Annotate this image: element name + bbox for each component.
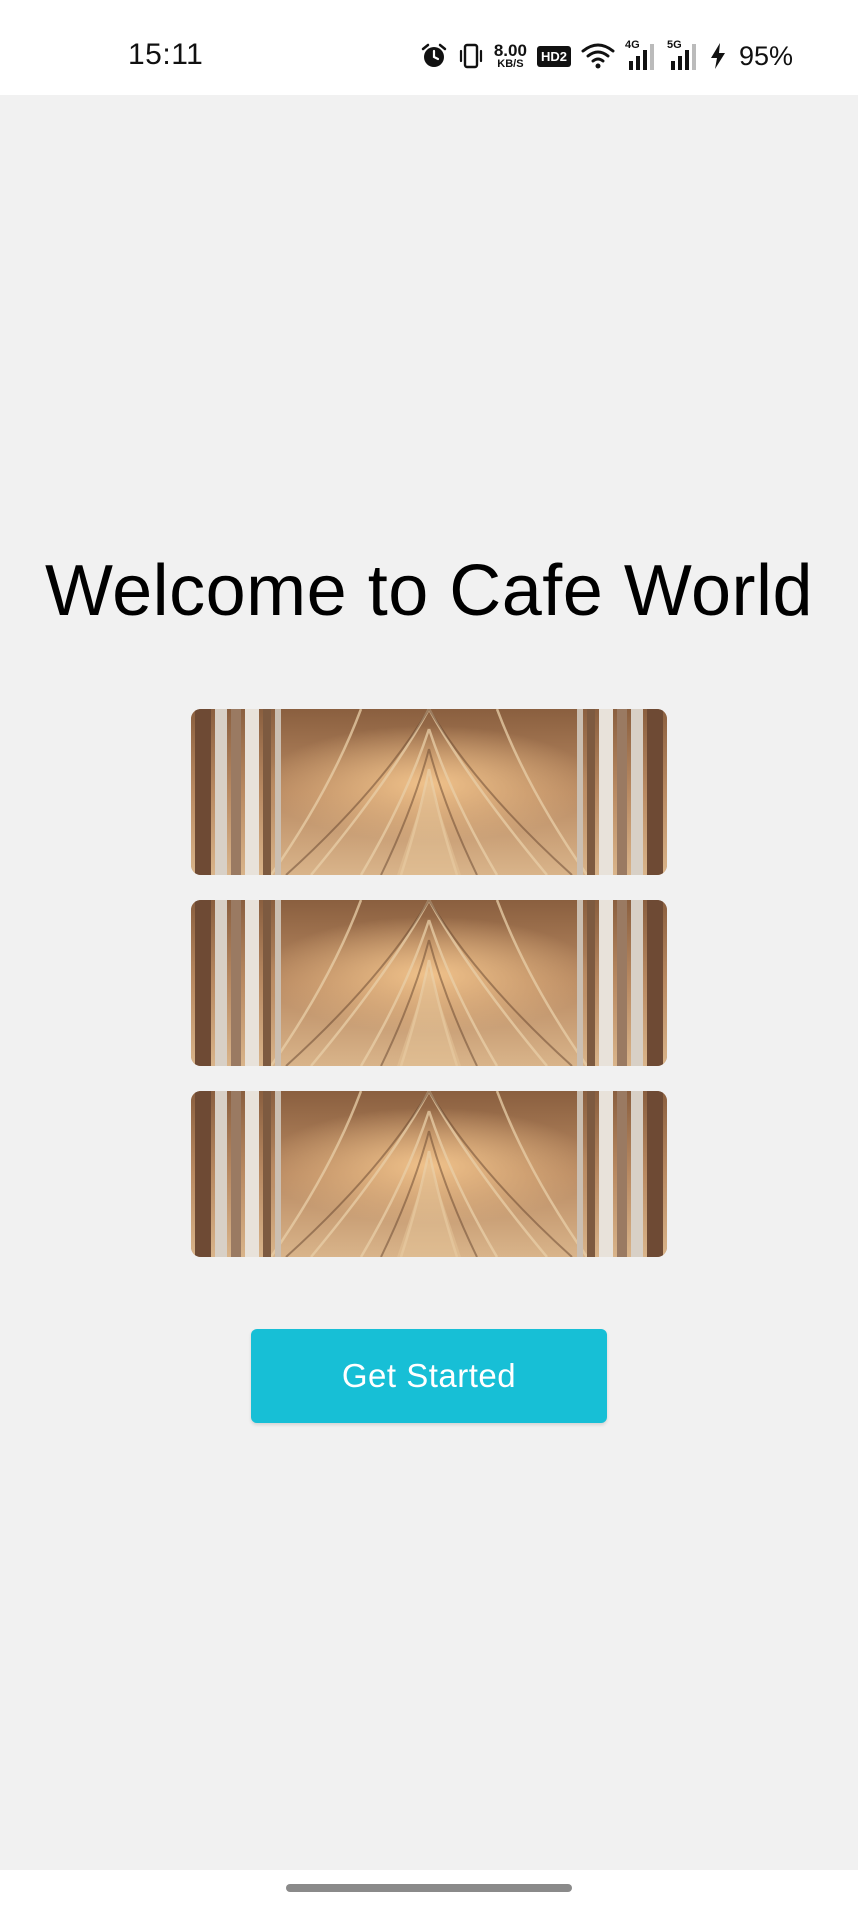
status-time: 15:11 bbox=[128, 38, 204, 71]
get-started-button[interactable]: Get Started bbox=[251, 1329, 607, 1423]
signal-4g-label: 4G bbox=[624, 39, 640, 51]
signal-5g-icon: 5G bbox=[666, 39, 699, 71]
alarm-icon bbox=[420, 42, 448, 70]
status-icons: 8.00 KB/S HD2 4G 5G 95% bbox=[420, 38, 793, 74]
signal-5g-label: 5G bbox=[666, 39, 682, 51]
home-indicator[interactable] bbox=[286, 1884, 572, 1892]
battery-percent: 95% bbox=[738, 40, 793, 71]
hd-badge: HD2 bbox=[536, 45, 571, 67]
net-speed-value: 8.00 bbox=[493, 41, 527, 60]
net-speed: 8.00 KB/S bbox=[494, 42, 527, 70]
status-bar: 15:11 8.00 KB/S HD2 4G 5G 95% bbox=[0, 0, 858, 95]
wifi-icon bbox=[581, 42, 615, 70]
signal-4g-icon: 4G bbox=[624, 39, 657, 71]
cathedral-interior-image bbox=[191, 709, 667, 875]
cathedral-interior-image bbox=[191, 900, 667, 1066]
welcome-title: Welcome to Cafe World bbox=[44, 551, 814, 631]
navigation-bar bbox=[0, 1870, 858, 1908]
vibrate-icon bbox=[458, 42, 484, 70]
net-speed-unit: KB/S bbox=[497, 58, 524, 70]
cathedral-interior-image bbox=[191, 1091, 667, 1257]
charging-icon bbox=[709, 42, 727, 70]
